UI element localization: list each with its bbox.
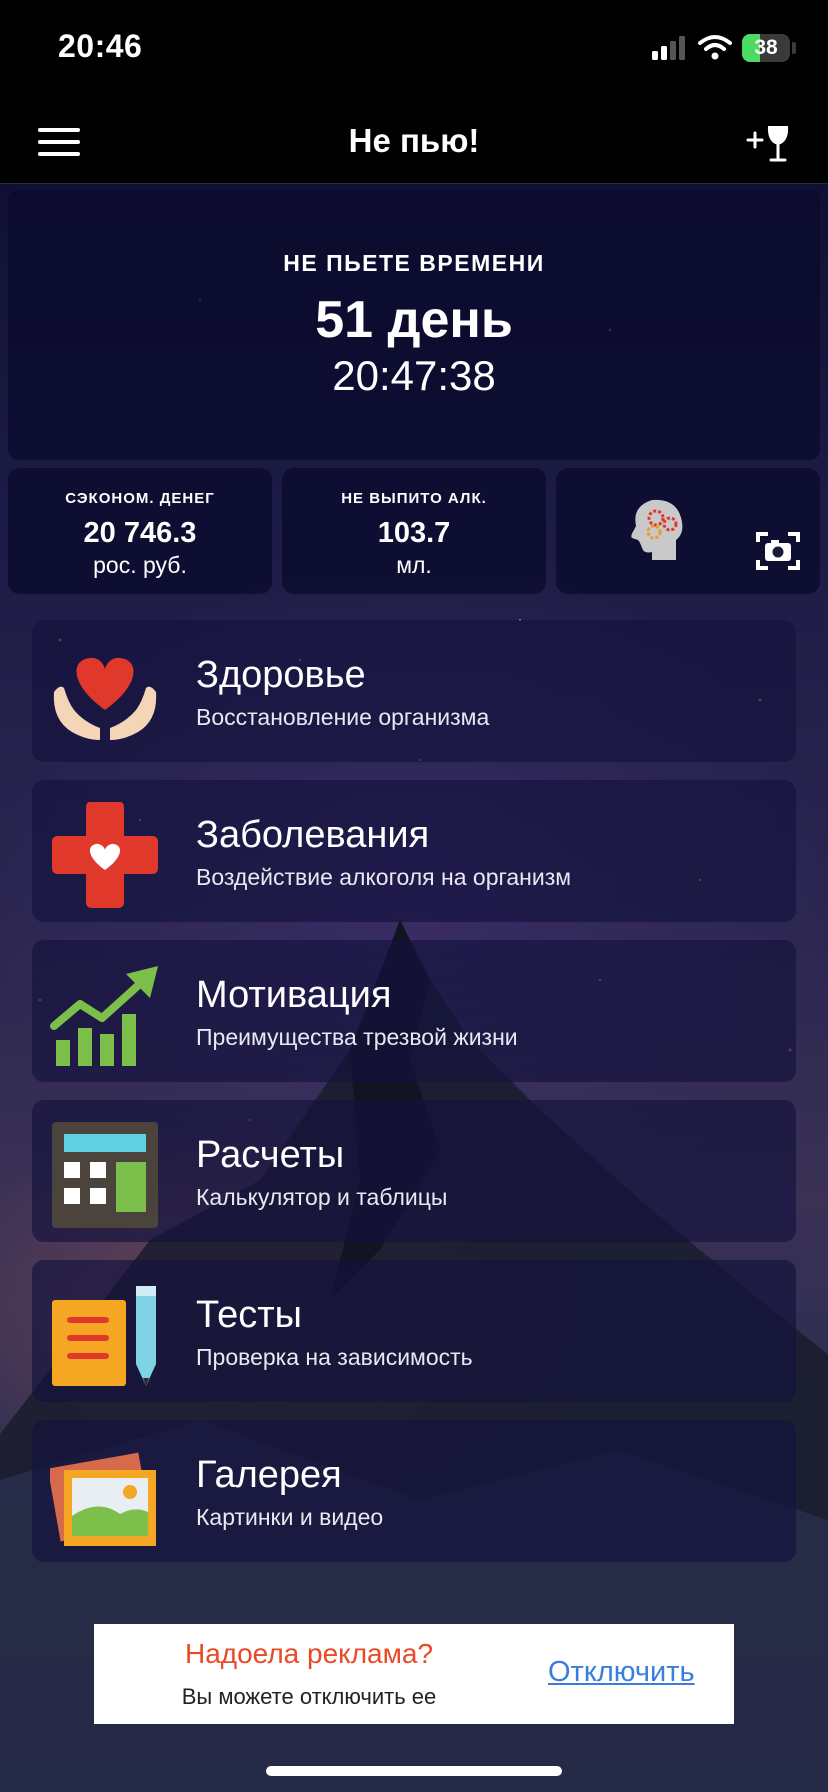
battery-tip: [792, 42, 796, 54]
status-time: 20:46: [58, 28, 143, 64]
menu-item-title: Расчеты: [196, 1134, 345, 1176]
menu-item-health[interactable]: Здоровье Восстановление организма: [32, 620, 796, 762]
growth-chart-icon: [50, 966, 158, 1066]
ad-banner[interactable]: Надоела реклама? Вы можете отключить ее …: [94, 1624, 734, 1724]
menu-item-calculations[interactable]: Расчеты Калькулятор и таблицы: [32, 1100, 796, 1242]
timer-days: 51 день: [315, 291, 513, 349]
battery-percent: 38: [754, 36, 778, 59]
menu-item-title: Мотивация: [196, 974, 392, 1016]
battery-icon: 38: [742, 34, 790, 62]
menu-item-title: Тесты: [196, 1294, 302, 1336]
timer-clock: 20:47:38: [332, 352, 496, 399]
brain-gears-icon: [631, 499, 683, 560]
menu-item-title: Здоровье: [196, 654, 366, 696]
alcohol-avoided-unit: мл.: [396, 552, 432, 578]
camera-screenshot-icon[interactable]: [756, 530, 800, 572]
menu-item-diseases[interactable]: Заболевания Воздействие алкоголя на орга…: [32, 780, 796, 922]
money-saved-unit: рос. руб.: [93, 552, 187, 578]
menu-item-subtitle: Проверка на зависимость: [196, 1344, 473, 1370]
menu-item-subtitle: Картинки и видео: [196, 1504, 384, 1530]
wifi-icon: [698, 35, 732, 60]
heart-hands-icon: [53, 657, 157, 740]
photo-gallery-icon: [50, 1452, 156, 1546]
add-drink-wineglass-icon[interactable]: [746, 118, 794, 166]
money-saved-value: 20 746.3: [83, 517, 197, 549]
disable-ads-link[interactable]: Отключить: [548, 1656, 695, 1689]
calculator-icon: [52, 1122, 158, 1228]
timer-label: НЕ ПЬЕТЕ ВРЕМЕНИ: [283, 250, 545, 276]
home-indicator[interactable]: [266, 1766, 562, 1776]
status-bar: 20:46 38: [0, 0, 828, 100]
menu-item-subtitle: Калькулятор и таблицы: [196, 1184, 448, 1210]
menu-item-subtitle: Воздействие алкоголя на организм: [196, 864, 572, 890]
alcohol-avoided-value: 103.7: [377, 517, 451, 549]
menu-item-subtitle: Преимущества трезвой жизни: [196, 1024, 518, 1050]
cellular-signal-icon: [652, 36, 685, 60]
menu-item-subtitle: Восстановление организма: [196, 704, 490, 730]
menu-item-title: Заболевания: [196, 814, 430, 856]
brain-screenshot-card[interactable]: [556, 468, 820, 594]
menu-item-motivation[interactable]: Мотивация Преимущества трезвой жизни: [32, 940, 796, 1082]
notepad-pencil-icon: [52, 1286, 156, 1386]
menu-item-gallery[interactable]: Галерея Картинки и видео: [32, 1420, 796, 1562]
ad-subtitle: Вы можете отключить ее: [181, 1684, 437, 1709]
page-title: Не пью!: [348, 122, 480, 159]
navbar: Не пью!: [0, 100, 828, 184]
alcohol-avoided-card[interactable]: НЕ ВЫПИТО АЛК. 103.7 мл.: [282, 468, 546, 594]
medical-cross-icon: [52, 802, 158, 908]
ad-title: Надоела реклама?: [184, 1638, 434, 1669]
money-saved-label: СЭКОНОМ. ДЕНЕГ: [65, 490, 215, 507]
menu-item-title: Галерея: [196, 1454, 342, 1496]
menu-item-tests[interactable]: Тесты Проверка на зависимость: [32, 1260, 796, 1402]
sobriety-timer-card: НЕ ПЬЕТЕ ВРЕМЕНИ 51 день 20:47:38: [8, 190, 820, 460]
money-saved-card[interactable]: СЭКОНОМ. ДЕНЕГ 20 746.3 рос. руб.: [8, 468, 272, 594]
alcohol-avoided-label: НЕ ВЫПИТО АЛК.: [341, 490, 487, 507]
